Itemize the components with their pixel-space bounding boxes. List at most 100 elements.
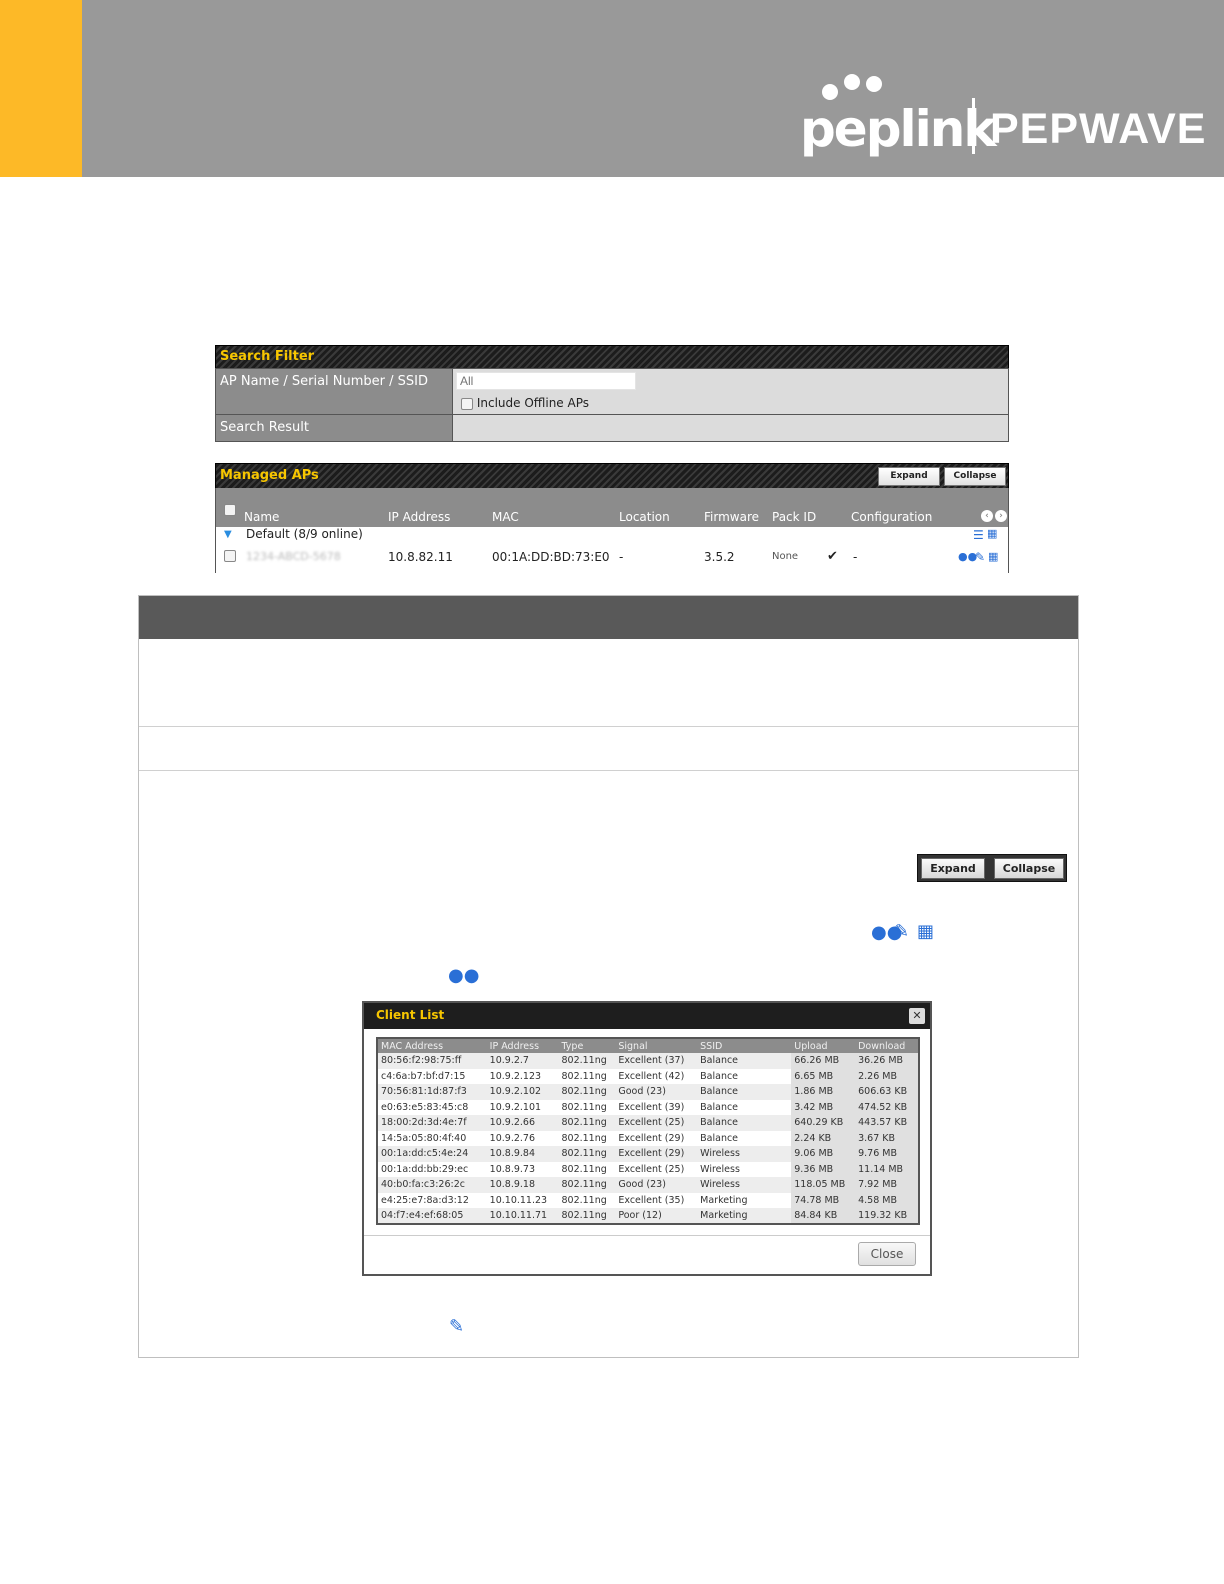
pepwave-logo-text: PEPWAVE	[990, 105, 1207, 153]
col-location[interactable]: Location	[619, 510, 670, 524]
close-icon[interactable]: ✕	[909, 1008, 925, 1024]
dialog-footer-divider	[364, 1235, 930, 1236]
client-cell: Wireless	[697, 1146, 792, 1162]
col-firmware[interactable]: Firmware	[704, 510, 759, 524]
client-cell: 10.8.9.84	[486, 1146, 559, 1162]
client-cell: 474.52 KB	[855, 1099, 919, 1115]
client-cell: 802.11ng	[558, 1084, 616, 1100]
include-offline-checkbox[interactable]	[461, 397, 473, 410]
edit-icon: ✎	[449, 1316, 465, 1337]
search-name-label: AP Name / Serial Number / SSID	[216, 369, 453, 414]
managed-aps-column-header: ‹ › Name IP Address MAC Location Firmwar…	[215, 488, 1009, 527]
client-cell: 11.14 MB	[855, 1161, 919, 1177]
clients-icon: ●●	[448, 965, 480, 986]
include-offline-option[interactable]: Include Offline APs	[461, 396, 589, 410]
client-list-titlebar: Client List ✕	[364, 1003, 930, 1029]
client-cell: 14:5a:05:80:4f:40	[377, 1130, 487, 1146]
client-cell: 40:b0:fa:c3:26:2c	[377, 1177, 487, 1193]
col-ip-address[interactable]: IP Address	[388, 510, 450, 524]
col-name[interactable]: Name	[244, 510, 279, 524]
client-cell: Excellent (35)	[615, 1192, 698, 1208]
client-cell: e4:25:e7:8a:d3:12	[377, 1192, 487, 1208]
client-cell: 10.9.2.102	[486, 1084, 559, 1100]
client-cell: 802.11ng	[558, 1192, 616, 1208]
client-cell: 119.32 KB	[855, 1208, 919, 1224]
client-cell: 3.42 MB	[791, 1099, 856, 1115]
edit-icon[interactable]: ✎	[975, 551, 985, 563]
col-mac[interactable]: MAC	[492, 510, 519, 524]
client-cell: 802.11ng	[558, 1115, 616, 1131]
client-list-header-row: MAC Address IP Address Type Signal SSID …	[377, 1038, 919, 1053]
client-cell: 10.9.2.66	[486, 1115, 559, 1131]
client-cell: 6.65 MB	[791, 1068, 856, 1084]
client-cell: Balance	[697, 1130, 792, 1146]
client-cell: 802.11ng	[558, 1053, 616, 1069]
client-cell: 00:1a:dd:c5:4e:24	[377, 1146, 487, 1162]
client-list-title: Client List	[376, 1008, 445, 1022]
client-cell: Good (23)	[615, 1084, 698, 1100]
device-checkbox[interactable]	[224, 550, 236, 562]
client-cell: 802.11ng	[558, 1146, 616, 1162]
client-cell: 04:f7:e4:ef:68:05	[377, 1208, 487, 1224]
search-filter-header: Search Filter	[215, 345, 1009, 369]
search-filter-title: Search Filter	[220, 349, 315, 364]
client-cell: 10.10.11.71	[486, 1208, 559, 1224]
search-input[interactable]	[456, 372, 636, 390]
group-list-icon[interactable]: ☰	[973, 529, 984, 541]
client-cell: 7.92 MB	[855, 1177, 919, 1193]
prev-page-icon[interactable]: ‹	[981, 510, 993, 522]
stats-icon[interactable]: ▦	[988, 551, 998, 563]
client-cell: 9.76 MB	[855, 1146, 919, 1162]
client-cell: Excellent (25)	[615, 1161, 698, 1177]
expand-collapse-group: Expand Collapse	[917, 854, 1067, 882]
client-cell: Excellent (42)	[615, 1068, 698, 1084]
client-cell: 36.26 MB	[855, 1053, 919, 1069]
close-button[interactable]: Close	[858, 1242, 916, 1266]
stats-icon: ▦	[917, 921, 935, 942]
client-cell: e0:63:e5:83:45:c8	[377, 1099, 487, 1115]
client-row: e4:25:e7:8a:d3:12 10.10.11.23 802.11ng Exce…	[377, 1192, 919, 1208]
collapse-button[interactable]: Collapse	[944, 467, 1006, 486]
client-cell: 10.9.2.76	[486, 1130, 559, 1146]
client-list-dialog: Client List ✕ MAC Address IP Address Typ…	[362, 1001, 932, 1276]
collapse-button-large[interactable]: Collapse	[994, 858, 1064, 879]
client-cell: 802.11ng	[558, 1177, 616, 1193]
group-stats-icon[interactable]: ▦	[987, 528, 997, 540]
client-cell: 80:56:f2:98:75:ff	[377, 1053, 487, 1069]
search-filter-table: AP Name / Serial Number / SSID Include O…	[215, 368, 1009, 442]
device-ip: 10.8.82.11	[388, 550, 453, 564]
client-cell: Balance	[697, 1084, 792, 1100]
col-type: Type	[558, 1038, 616, 1053]
client-cell: 802.11ng	[558, 1130, 616, 1146]
client-cell: 606.63 KB	[855, 1084, 919, 1100]
group-label[interactable]: Default (8/9 online)	[246, 527, 363, 541]
col-upload: Upload	[791, 1038, 856, 1053]
client-cell: Excellent (29)	[615, 1146, 698, 1162]
col-configuration[interactable]: Configuration	[851, 510, 932, 524]
client-cell: 10.9.2.101	[486, 1099, 559, 1115]
device-name[interactable]: 1234-ABCD-5678	[246, 550, 341, 563]
device-mac: 00:1A:DD:BD:73:E0	[492, 550, 610, 564]
client-cell: Excellent (25)	[615, 1115, 698, 1131]
client-cell: 74.78 MB	[791, 1192, 856, 1208]
col-ssid: SSID	[697, 1038, 792, 1053]
client-row: 14:5a:05:80:4f:40 10.9.2.76 802.11ng Excell…	[377, 1130, 919, 1146]
expand-button-large[interactable]: Expand	[921, 858, 985, 879]
client-cell: 10.8.9.18	[486, 1177, 559, 1193]
client-cell: 802.11ng	[558, 1099, 616, 1115]
group-expand-icon[interactable]: ▼	[224, 529, 232, 540]
client-cell: Wireless	[697, 1177, 792, 1193]
col-mac-address: MAC Address	[377, 1038, 487, 1053]
client-cell: 9.36 MB	[791, 1161, 856, 1177]
select-all-checkbox[interactable]	[224, 504, 236, 516]
client-cell: 10.8.9.73	[486, 1161, 559, 1177]
peplink-logo-text: peplink	[800, 100, 997, 158]
client-cell: Excellent (37)	[615, 1053, 698, 1069]
col-pack-id[interactable]: Pack ID	[772, 510, 816, 524]
client-row: 70:56:81:1d:87:f3 10.9.2.102 802.11ng Good …	[377, 1084, 919, 1100]
document-row	[139, 727, 1078, 771]
client-cell: Balance	[697, 1099, 792, 1115]
next-page-icon[interactable]: ›	[995, 510, 1007, 522]
expand-button[interactable]: Expand	[878, 467, 940, 486]
edit-icon: ✎	[894, 921, 910, 942]
